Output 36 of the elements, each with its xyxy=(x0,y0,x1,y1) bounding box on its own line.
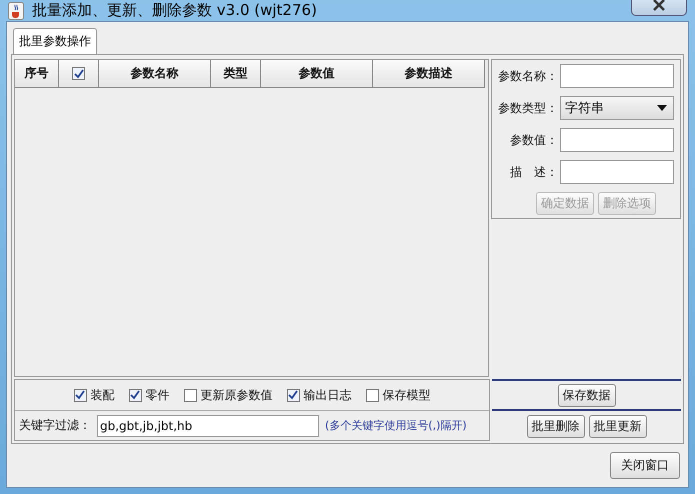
filter-label: 关键字过滤： xyxy=(19,417,91,434)
input-field[interactable] xyxy=(560,128,674,152)
type-dropdown[interactable]: 字符串 xyxy=(560,96,674,120)
input-field[interactable] xyxy=(560,64,674,88)
option-checkbox[interactable]: 零件 xyxy=(128,386,170,404)
close-icon xyxy=(652,0,666,10)
batch-button[interactable]: 批里删除 xyxy=(526,414,584,438)
option-checkbox[interactable]: 输出日志 xyxy=(286,386,352,404)
field-label: 参数类型： xyxy=(498,100,558,116)
dropdown-arrow-icon xyxy=(657,105,667,111)
checkmark-icon xyxy=(130,390,140,400)
option-checkbox[interactable]: 保存模型 xyxy=(366,386,430,404)
save-data-button[interactable]: 保存数据 xyxy=(558,384,616,406)
checkmark-icon xyxy=(288,390,298,400)
option-checkbox[interactable]: 更新原参数值 xyxy=(184,386,272,404)
column-header[interactable]: 类型 xyxy=(211,60,261,88)
column-header[interactable]: 序号 xyxy=(15,60,59,88)
checkbox[interactable] xyxy=(72,67,85,80)
input-field[interactable] xyxy=(560,160,674,184)
window-title: 批量添加、更新、删除参数 v3.0 (wjt276) xyxy=(32,1,318,20)
field-label: 参数值： xyxy=(510,132,558,148)
filter-hint: (多个关键字使用逗号(,)隔开) xyxy=(325,418,467,433)
column-header[interactable] xyxy=(59,60,99,88)
close-button[interactable] xyxy=(631,0,687,16)
batch-button[interactable]: 批里更新 xyxy=(588,414,646,438)
field-label: 描 述： xyxy=(510,164,558,180)
tab[interactable]: 批里参数操作 xyxy=(13,28,97,54)
column-header[interactable]: 参数值 xyxy=(261,60,373,88)
keyword-filter-field[interactable]: gb,gbt,jb,jbt,hb xyxy=(97,414,319,436)
field-label: 参数名称： xyxy=(498,68,558,84)
close-window-button[interactable]: 关闭窗口 xyxy=(610,452,680,479)
checkmark-icon xyxy=(75,390,85,400)
checkmark-icon xyxy=(74,68,84,78)
option-checkbox[interactable]: 装配 xyxy=(74,386,114,404)
column-header[interactable]: 参数名称 xyxy=(99,60,211,88)
column-header[interactable]: 参数描述 xyxy=(373,60,485,88)
